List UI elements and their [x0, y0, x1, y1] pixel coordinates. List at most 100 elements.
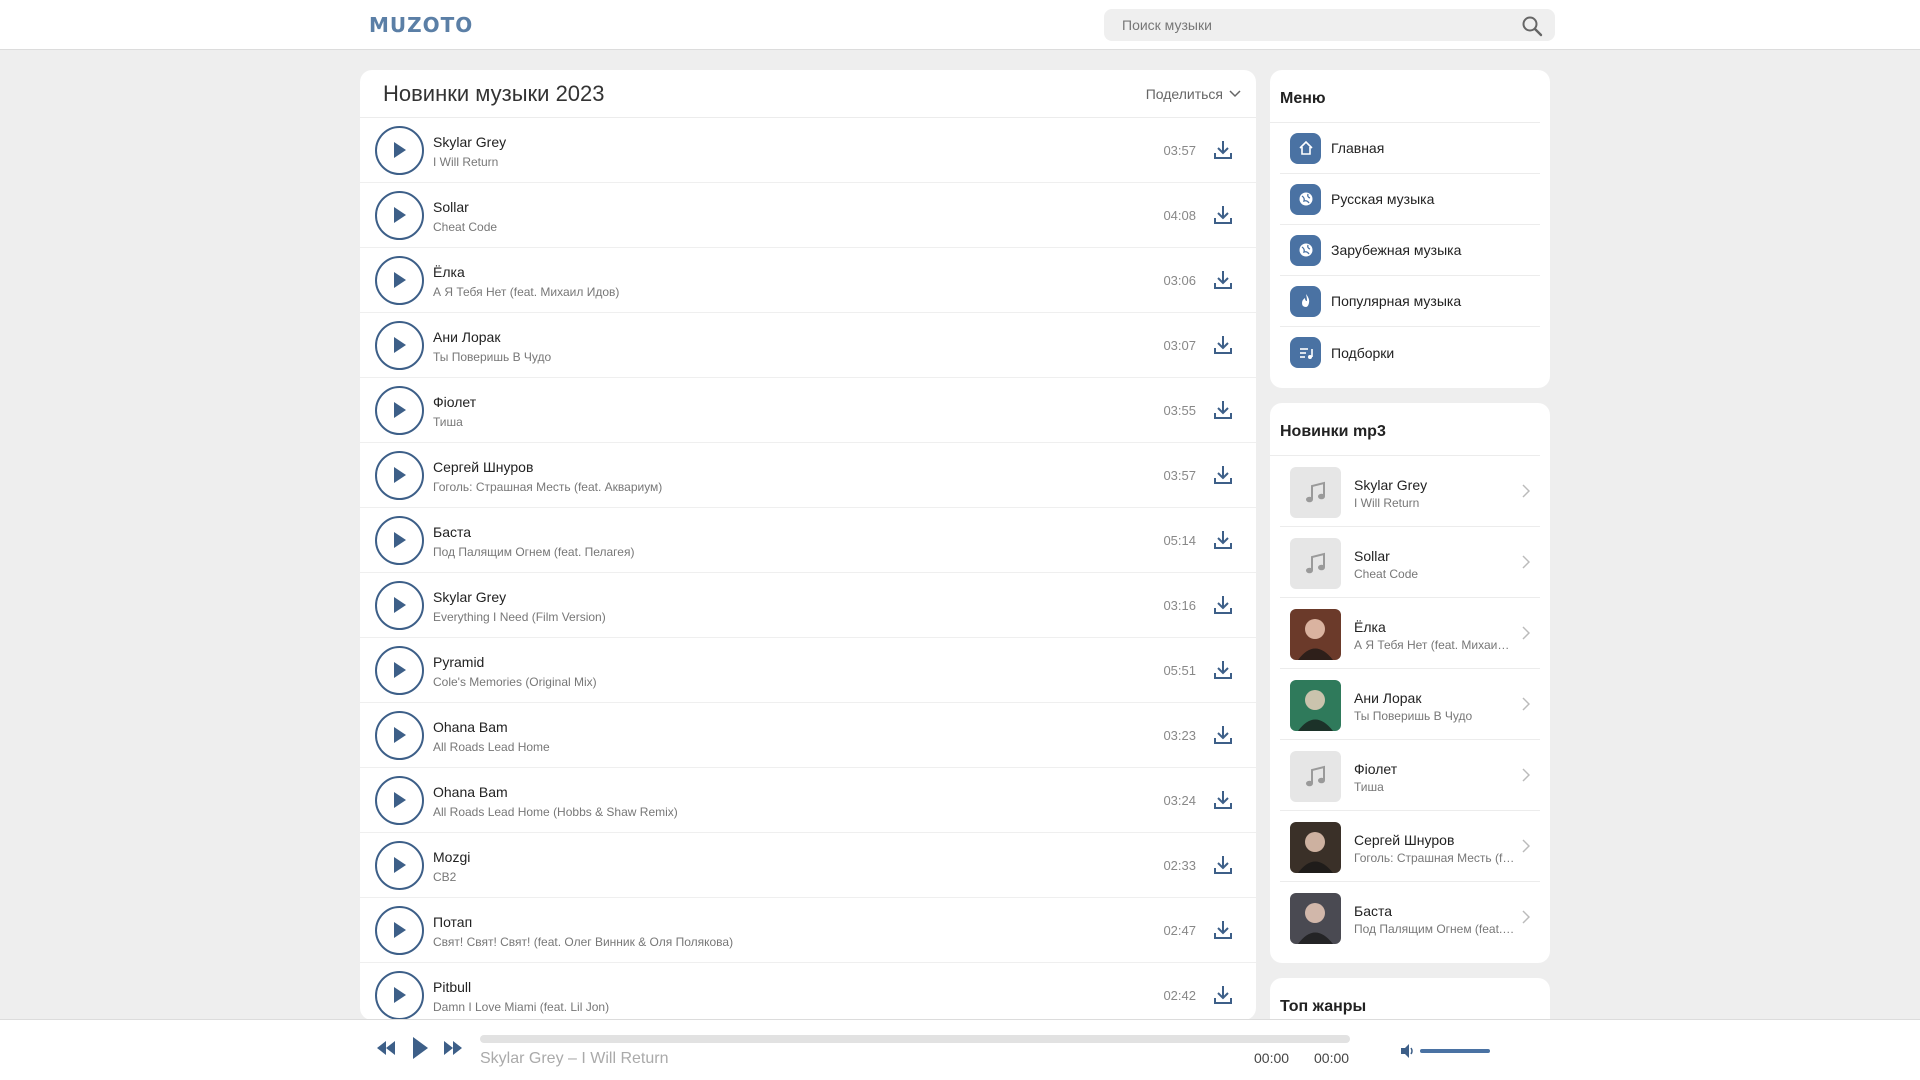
play-icon[interactable] [375, 126, 424, 175]
search-bar [1104, 9, 1555, 41]
download-icon[interactable] [1212, 594, 1234, 616]
track-duration: 03:24 [1163, 793, 1196, 808]
track-row[interactable]: Сергей Шнуров Гоголь: Страшная Месть (fea… [360, 443, 1256, 508]
new-mp3-title: Ты Поверишь В Чудо [1354, 709, 1473, 723]
play-icon[interactable] [375, 841, 424, 890]
flame-icon [1290, 285, 1321, 317]
download-icon[interactable] [1212, 399, 1234, 421]
track-artist: Pitbull [433, 979, 472, 995]
now-playing-title: Skylar Grey – I Will Return [480, 1050, 669, 1067]
site-logo[interactable]: MUZOTO [369, 13, 473, 37]
menu-item[interactable]: Популярная музыка [1280, 276, 1540, 327]
track-row[interactable]: Ани Лорак Ты Поверишь В Чудо 03:07 [360, 313, 1256, 378]
new-mp3-item[interactable]: Фіолет Тиша [1280, 740, 1540, 811]
download-icon[interactable] [1212, 269, 1234, 291]
play-icon[interactable] [375, 516, 424, 565]
play-icon[interactable] [375, 646, 424, 695]
track-title: Свят! Свят! Свят! (feat. Олег Винник & О… [433, 935, 734, 949]
play-icon[interactable] [375, 906, 424, 955]
track-duration: 03:06 [1163, 273, 1196, 288]
new-mp3-item[interactable]: Ёлка А Я Тебя Нет (feat. Михаил Идов) [1280, 598, 1540, 669]
play-icon[interactable] [375, 321, 424, 370]
play-icon[interactable] [411, 1036, 429, 1065]
track-title: А Я Тебя Нет (feat. Михаил Идов) [433, 285, 620, 299]
track-row[interactable]: Pyramid Cole's Memories (Original Mix) 05:… [360, 638, 1256, 703]
menu-item[interactable]: Подборки [1280, 327, 1540, 378]
track-row[interactable]: Ёлка А Я Тебя Нет (feat. Михаил Идов) 03:0… [360, 248, 1256, 313]
track-row[interactable]: Pitbull Damn I Love Miami (feat. Lil Jon)… [360, 963, 1256, 1020]
track-artist: Баста [433, 524, 472, 540]
volume-icon[interactable] [1400, 1043, 1416, 1064]
play-icon[interactable] [375, 711, 424, 760]
new-mp3-artist: Sollar [1354, 548, 1390, 564]
rewind-icon[interactable] [376, 1040, 396, 1061]
play-icon[interactable] [375, 386, 424, 435]
globe-icon [1290, 234, 1321, 266]
cover-image [1290, 822, 1341, 873]
menu-item[interactable]: Главная [1280, 123, 1540, 174]
new-mp3-item[interactable]: Ани Лорак Ты Поверишь В Чудо [1280, 669, 1540, 740]
new-mp3-title: Тиша [1354, 780, 1384, 794]
audio-player: Skylar Grey – I Will Return 00:00 00:00 [0, 1019, 1920, 1080]
search-input[interactable] [1104, 9, 1504, 41]
top-header: MUZOTO [0, 0, 1920, 50]
cover-image [1290, 609, 1341, 660]
track-title: All Roads Lead Home (Hobbs & Shaw Remix) [433, 805, 678, 819]
download-icon[interactable] [1212, 334, 1234, 356]
total-time: 00:00 [1314, 1050, 1350, 1066]
track-row[interactable]: Потап Свят! Свят! Свят! (feat. Олег Винни… [360, 898, 1256, 963]
track-artist: Ohana Bam [433, 719, 508, 735]
track-row[interactable]: Skylar Grey I Will Return 03:57 [360, 118, 1256, 183]
track-row[interactable]: Ohana Bam All Roads Lead Home 03:23 [360, 703, 1256, 768]
new-mp3-artist: Баста [1354, 903, 1393, 919]
track-artist: Sollar [433, 199, 469, 215]
new-mp3-item[interactable]: Баста Под Палящим Огнем (feat. Пелагея) [1280, 882, 1540, 953]
track-artist: Потап [433, 914, 473, 930]
track-row[interactable]: Skylar Grey Everything I Need (Film Versi… [360, 573, 1256, 638]
track-artist: Mozgi [433, 849, 471, 865]
volume-slider[interactable] [1420, 1049, 1490, 1053]
track-row[interactable]: Ohana Bam All Roads Lead Home (Hobbs & Sh… [360, 768, 1256, 833]
progress-bar[interactable] [480, 1035, 1350, 1043]
track-artist: Фіолет [433, 394, 477, 410]
download-icon[interactable] [1212, 464, 1234, 486]
search-icon[interactable] [1521, 15, 1543, 37]
track-row[interactable]: Баста Под Палящим Огнем (feat. Пелагея) 05… [360, 508, 1256, 573]
download-icon[interactable] [1212, 659, 1234, 681]
download-icon[interactable] [1212, 984, 1234, 1006]
track-row[interactable]: Sollar Cheat Code 04:08 [360, 183, 1256, 248]
menu-item[interactable]: Зарубежная музыка [1280, 225, 1540, 276]
cover-image [1290, 680, 1341, 731]
download-icon[interactable] [1212, 789, 1234, 811]
play-icon[interactable] [375, 581, 424, 630]
play-icon[interactable] [375, 971, 424, 1020]
new-mp3-item[interactable]: Сергей Шнуров Гоголь: Страшная Месть (fea… [1280, 811, 1540, 882]
download-icon[interactable] [1212, 919, 1234, 941]
share-button[interactable]: Поделиться [1146, 86, 1241, 102]
menu-item[interactable]: Русская музыка [1280, 174, 1540, 225]
download-icon[interactable] [1212, 854, 1234, 876]
track-row[interactable]: Mozgi СВ2 02:33 [360, 833, 1256, 898]
track-title: Ты Поверишь В Чудо [433, 350, 552, 364]
track-duration: 03:57 [1163, 143, 1196, 158]
play-icon[interactable] [375, 191, 424, 240]
track-title: I Will Return [433, 155, 499, 169]
globe-icon [1290, 183, 1321, 215]
download-icon[interactable] [1212, 724, 1234, 746]
fast-forward-icon[interactable] [443, 1040, 463, 1061]
cover-image [1290, 893, 1341, 944]
play-icon[interactable] [375, 776, 424, 825]
download-icon[interactable] [1212, 139, 1234, 161]
new-mp3-item[interactable]: Skylar Grey I Will Return [1280, 456, 1540, 527]
track-row[interactable]: Фіолет Тиша 03:55 [360, 378, 1256, 443]
play-icon[interactable] [375, 451, 424, 500]
download-icon[interactable] [1212, 204, 1234, 226]
track-duration: 05:51 [1163, 663, 1196, 678]
play-icon[interactable] [375, 256, 424, 305]
new-mp3-item[interactable]: Sollar Cheat Code [1280, 527, 1540, 598]
download-icon[interactable] [1212, 529, 1234, 551]
track-duration: 03:55 [1163, 403, 1196, 418]
track-duration: 02:33 [1163, 858, 1196, 873]
menu-item-label: Зарубежная музыка [1331, 242, 1462, 258]
track-artist: Ёлка [433, 264, 465, 280]
